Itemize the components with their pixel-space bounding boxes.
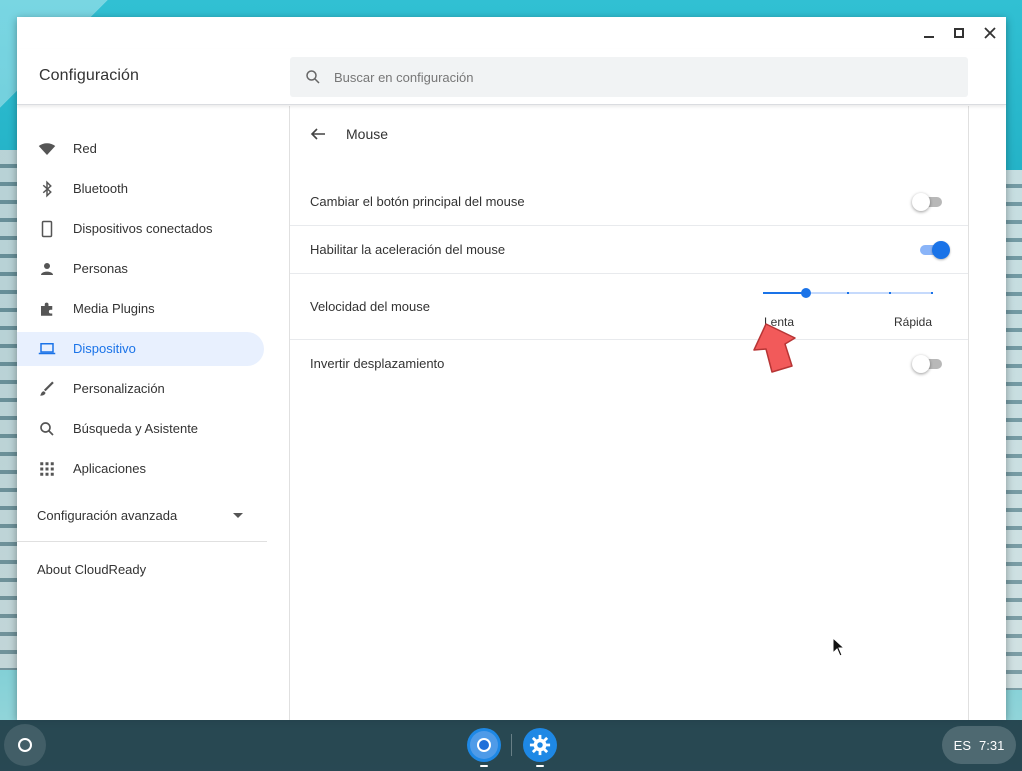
sidebar-item-label: Dispositivo [73,341,136,356]
about-cloudready-link[interactable]: About CloudReady [37,562,146,577]
wallpaper-building-left [0,150,18,670]
gear-icon [529,734,551,756]
search-input[interactable] [334,57,954,97]
sidebar-item-busqueda-asistente[interactable]: Búsqueda y Asistente [17,412,264,446]
mouse-speed-row: Velocidad del mouse Lenta Rápida [290,274,968,373]
search-icon [306,70,320,84]
mouse-acceleration-toggle[interactable] [916,240,950,260]
slider-max-label: Rápida [894,315,933,329]
phone-icon [37,219,57,239]
slider-tick [889,292,891,294]
reverse-scroll-label: Invertir desplazamiento [310,356,445,371]
swap-primary-button-label: Cambiar el botón principal del mouse [310,194,525,209]
slider-tick [847,292,849,294]
back-button[interactable] [306,122,330,146]
sidebar-item-personalizacion[interactable]: Personalización [17,372,264,406]
reverse-scroll-row: Invertir desplazamiento [290,340,968,388]
sidebar-item-label: Red [73,141,97,156]
sidebar-item-red[interactable]: Red [17,132,264,166]
close-button[interactable] [980,23,1000,43]
app-title: Configuración [39,67,140,84]
minimize-button[interactable] [919,23,939,43]
settings-window: Configuración Red Bluetooth Disp [17,17,1006,720]
minimize-icon [924,36,934,38]
sidebar-item-media-plugins[interactable]: Media Plugins [17,292,264,326]
chevron-down-icon [233,513,243,518]
search-icon [37,419,57,439]
settings-app[interactable] [523,728,557,762]
search-box[interactable] [290,57,968,97]
mouse-speed-slider[interactable] [762,282,934,304]
subpage-title: Mouse [346,126,389,142]
reverse-scroll-toggle[interactable] [912,354,946,374]
chromium-browser-app[interactable] [467,728,501,762]
sidebar: Red Bluetooth Dispositivos conectados Pe… [17,106,273,720]
window-titlebar [17,17,1006,49]
slider-knob[interactable] [801,288,811,298]
shelf-separator [511,734,512,756]
mouse-acceleration-label: Habilitar la aceleración del mouse [310,242,506,257]
sidebar-item-dispositivo[interactable]: Dispositivo [17,332,264,366]
sidebar-item-label: Personalización [73,381,165,396]
laptop-icon [37,339,57,359]
settings-running-indicator [536,765,544,767]
wifi-icon [37,139,57,159]
mouse-pointer-icon [832,637,846,657]
mouse-acceleration-row: Habilitar la aceleración del mouse [290,226,968,274]
sidebar-item-aplicaciones[interactable]: Aplicaciones [17,452,264,486]
mouse-subpage: Mouse Cambiar el botón principal del mou… [289,106,969,720]
bluetooth-icon [37,179,57,199]
brush-icon [37,379,57,399]
sidebar-item-dispositivos-conectados[interactable]: Dispositivos conectados [17,212,264,246]
launcher-button[interactable] [4,724,46,766]
close-icon [984,27,996,39]
wallpaper-building-right [1006,170,1022,690]
launcher-circle-icon [18,738,32,752]
sidebar-item-label: Media Plugins [73,301,155,316]
sidebar-item-label: Búsqueda y Asistente [73,421,199,436]
slider-tick [763,292,765,294]
sidebar-item-label: Personas [73,261,128,276]
clock-time: 7:31 [979,737,1005,753]
toggle-knob [932,241,950,259]
maximize-icon [954,28,964,38]
back-arrow-icon [310,128,325,140]
subpage-header: Mouse [290,106,968,162]
chromium-running-indicator [480,765,488,767]
advanced-settings-label: Configuración avanzada [37,508,178,523]
shelf: ES 7:31 [0,720,1022,771]
advanced-settings-toggle[interactable]: Configuración avanzada [17,499,267,533]
mouse-speed-label: Velocidad del mouse [310,299,430,314]
maximize-button[interactable] [949,23,969,43]
sidebar-item-label: Aplicaciones [73,461,146,476]
apps-grid-icon [37,459,57,479]
slider-fill [764,292,806,294]
chromium-icon [470,731,498,759]
sidebar-item-label: Dispositivos conectados [73,221,213,236]
toggle-knob [912,355,930,373]
slider-tick [931,292,933,294]
sidebar-item-personas[interactable]: Personas [17,252,264,286]
swap-primary-button-toggle[interactable] [912,192,946,212]
sidebar-item-label: Bluetooth [73,181,128,196]
status-tray[interactable]: ES 7:31 [942,726,1016,764]
swap-primary-button-row: Cambiar el botón principal del mouse [290,179,968,226]
sidebar-divider [17,541,267,542]
sidebar-item-bluetooth[interactable]: Bluetooth [17,172,264,206]
app-header: Configuración [17,49,1006,105]
keyboard-language-indicator: ES [953,737,972,753]
toggle-knob [912,193,930,211]
puzzle-icon [37,299,57,319]
person-icon [37,259,57,279]
